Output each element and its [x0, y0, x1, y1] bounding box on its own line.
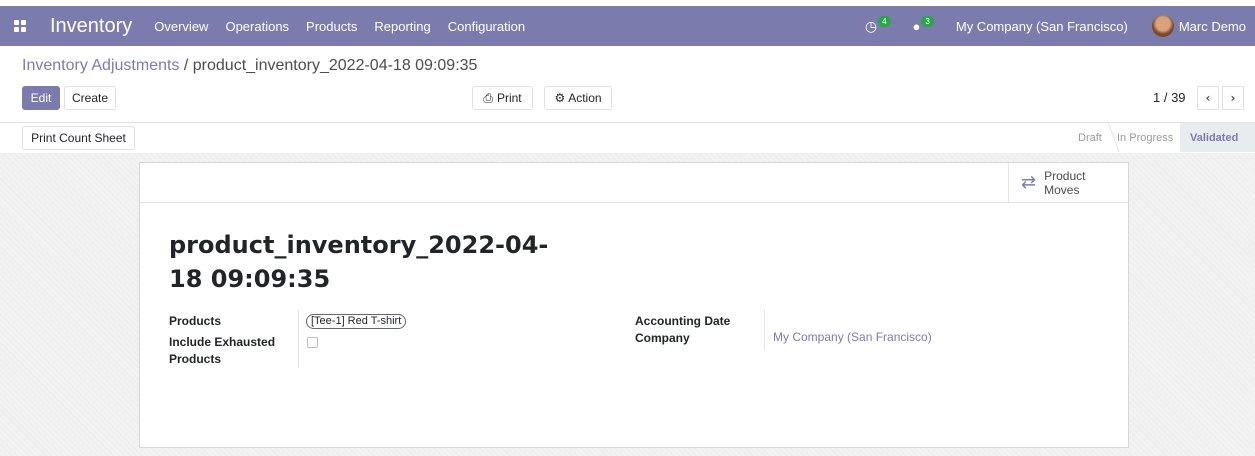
record-title: product_inventory_2022-04- 18 09:09:35: [169, 228, 549, 296]
include-exhausted-label-1: Include Exhausted: [169, 335, 276, 349]
activity-menu[interactable]: ◷ 4: [864, 15, 891, 35]
breadcrumb-parent[interactable]: Inventory Adjustments: [22, 57, 179, 74]
product-tag[interactable]: [Tee-1] Red T-shirt: [306, 314, 407, 329]
print-count-sheet-button[interactable]: Print Count Sheet: [22, 126, 135, 150]
app-title[interactable]: Inventory: [50, 15, 132, 38]
field-divider-left: [298, 310, 299, 368]
accounting-date-label: Accounting Date: [635, 314, 731, 328]
button-box: ⇄ Product Moves: [140, 163, 1128, 203]
menu-reporting[interactable]: Reporting: [374, 19, 430, 34]
chevron-right-icon: ›: [1230, 91, 1236, 105]
pager-value[interactable]: 1 / 39: [1153, 90, 1186, 105]
avatar: [1151, 15, 1174, 37]
action-label: Action: [568, 91, 602, 105]
breadcrumb-separator: /: [183, 57, 189, 74]
pager-previous-button[interactable]: ‹: [1197, 86, 1219, 110]
message-badge: 3: [921, 15, 934, 27]
form-sheet: ⇄ Product Moves product_inventory_2022-0…: [139, 162, 1129, 448]
user-menu[interactable]: Marc Demo: [1151, 15, 1246, 37]
stage-in-progress[interactable]: In Progress: [1117, 123, 1173, 152]
clock-icon: ◷: [864, 17, 878, 34]
exchange-arrows-icon: ⇄: [1021, 172, 1037, 193]
menu-operations[interactable]: Operations: [225, 19, 289, 34]
user-name: Marc Demo: [1178, 18, 1246, 34]
messaging-menu[interactable]: ● 3: [912, 15, 934, 34]
statusbar: Print Count Sheet Draft In Progress Vali…: [0, 122, 1255, 154]
menu-overview[interactable]: Overview: [154, 19, 208, 34]
action-button[interactable]: ⚙ Action: [544, 86, 612, 110]
menu-products[interactable]: Products: [306, 19, 357, 34]
print-label: Print: [496, 91, 522, 105]
product-moves-line2: Moves: [1044, 182, 1080, 197]
breadcrumb-current: product_inventory_2022-04-18 09:09:35: [192, 57, 478, 74]
menu-configuration[interactable]: Configuration: [448, 19, 525, 34]
printer-icon: ⎙: [483, 90, 493, 105]
activity-badge: 4: [878, 15, 891, 27]
top-navbar: Inventory Overview Operations Products R…: [0, 6, 1255, 46]
main-menu: Overview Operations Products Reporting C…: [154, 19, 542, 34]
edit-button[interactable]: Edit: [22, 86, 60, 110]
stage-validated[interactable]: Validated: [1180, 123, 1255, 152]
breadcrumb: Inventory Adjustments / product_inventor…: [22, 57, 477, 75]
company-switcher[interactable]: My Company (San Francisco): [956, 19, 1128, 34]
stage-draft[interactable]: Draft: [1078, 123, 1102, 152]
print-button[interactable]: ⎙ Print: [472, 86, 533, 110]
company-field-value[interactable]: My Company (San Francisco): [773, 330, 932, 344]
apps-grid-icon[interactable]: [14, 20, 26, 32]
chevron-left-icon: ‹: [1205, 91, 1211, 105]
chat-icon: ●: [912, 18, 921, 34]
field-divider-right: [764, 310, 765, 350]
gear-icon: ⚙: [554, 91, 566, 105]
company-label: Company: [635, 331, 690, 345]
record-title-line2: 18 09:09:35: [169, 265, 331, 293]
create-button[interactable]: Create: [64, 86, 116, 110]
pager-next-button[interactable]: ›: [1222, 86, 1244, 110]
products-label: Products: [169, 314, 222, 328]
product-moves-button[interactable]: ⇄ Product Moves: [1008, 163, 1130, 202]
include-exhausted-label-2: Products: [169, 352, 222, 366]
include-exhausted-checkbox[interactable]: [307, 337, 318, 348]
record-title-line1: product_inventory_2022-04-: [169, 231, 549, 259]
product-moves-line1: Product: [1044, 168, 1086, 183]
